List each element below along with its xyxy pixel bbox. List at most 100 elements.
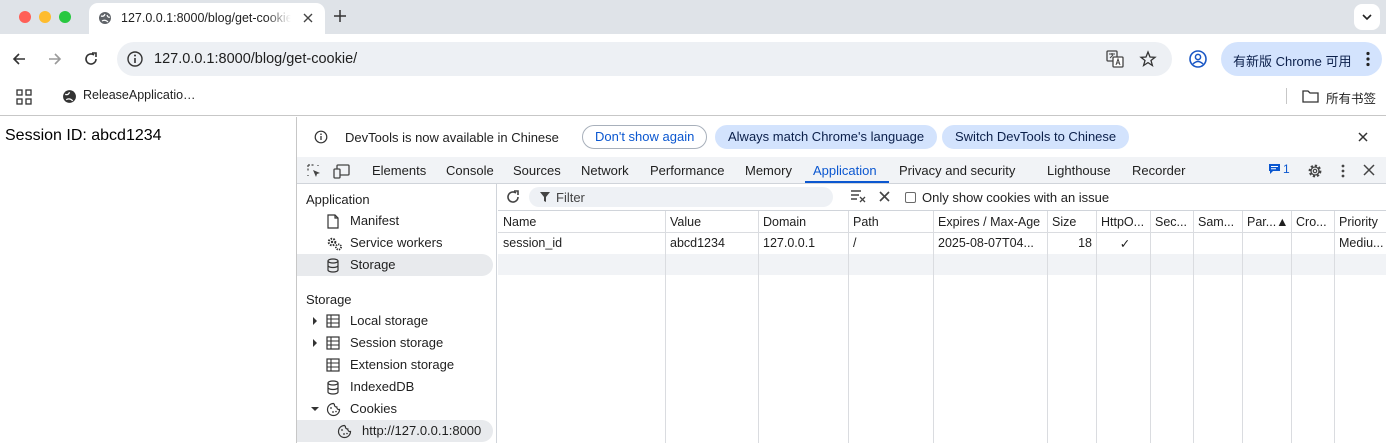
tab-elements[interactable]: Elements [372,163,426,178]
minimize-window-button[interactable] [39,11,51,23]
chevron-down-icon[interactable] [311,406,319,412]
bookmark-star-icon[interactable] [1139,50,1157,68]
column-divider[interactable] [1096,211,1097,443]
cell-priority: Mediu... [1339,236,1384,250]
sidebar-item-indexeddb[interactable]: IndexedDB [297,376,493,398]
url-text[interactable]: 127.0.0.1:8000/blog/get-cookie/ [154,51,357,67]
clear-all-icon[interactable] [879,191,890,202]
table-icon [326,314,340,328]
sidebar-item-label: Extension storage [350,357,455,372]
column-divider[interactable] [665,211,666,443]
site-info-icon[interactable] [125,49,145,69]
cell-expires: 2025-08-07T04... [938,236,1034,250]
session-id-text: Session ID: abcd1234 [5,127,162,144]
address-bar[interactable]: 127.0.0.1:8000/blog/get-cookie/ [117,42,1172,76]
table-icon [326,336,340,350]
column-header-priority[interactable]: Priority [1339,215,1386,229]
update-label: 有新版 Chrome 可用 [1233,54,1352,69]
tab-network[interactable]: Network [581,163,629,178]
zoom-window-button[interactable] [59,11,71,23]
dont-show-again-button[interactable]: Don't show again [582,125,708,149]
tab-privacy-security[interactable]: Privacy and security [899,163,1015,178]
browser-tab[interactable]: 127.0.0.1:8000/blog/get-cookie/ [89,3,325,34]
issues-icon[interactable] [1268,163,1281,175]
more-vert-icon[interactable] [1340,163,1346,179]
column-header-httponly[interactable]: HttpO... [1101,215,1149,229]
column-header-expires[interactable]: Expires / Max-Age [938,215,1046,229]
sidebar-item-session-storage[interactable]: Session storage [297,332,493,354]
column-header-path[interactable]: Path [853,215,931,229]
more-vert-icon[interactable] [1365,51,1371,67]
folder-icon [1302,90,1319,103]
tab-console[interactable]: Console [446,163,494,178]
profile-avatar-icon[interactable] [1188,49,1208,69]
column-divider[interactable] [933,211,934,443]
always-match-language-button[interactable]: Always match Chrome's language [715,125,938,149]
tab-sources[interactable]: Sources [513,163,561,178]
column-divider[interactable] [1242,211,1243,443]
column-header-name[interactable]: Name [503,215,663,229]
column-header-cross-site[interactable]: Cro... [1296,215,1336,229]
column-divider[interactable] [758,211,759,443]
column-divider[interactable] [1150,211,1151,443]
sidebar-item-service-workers[interactable]: Service workers [297,232,493,254]
settings-gear-icon[interactable] [1307,163,1323,179]
device-toggle-icon[interactable] [333,163,351,179]
back-arrow-icon[interactable] [11,51,27,67]
chevron-right-icon[interactable] [312,339,318,347]
bookmark-label: ReleaseApplicatio… [83,88,196,102]
chrome-update-button[interactable]: 有新版 Chrome 可用 [1221,42,1382,76]
sidebar-item-label: Local storage [350,313,429,328]
globe-icon [98,11,112,25]
translate-icon[interactable] [1106,50,1124,68]
sidebar-item-cookies[interactable]: Cookies [297,398,493,420]
new-tab-plus-icon[interactable] [333,9,347,23]
cell-domain: 127.0.0.1 [763,236,816,250]
tab-lighthouse[interactable]: Lighthouse [1047,163,1111,178]
cookie-icon [337,424,352,439]
column-header-samesite[interactable]: Sam... [1198,215,1240,229]
close-icon[interactable] [302,12,314,24]
sidebar-item-label: Cookies [350,401,397,416]
sidebar-item-manifest[interactable]: Manifest [297,210,493,232]
tab-recorder[interactable]: Recorder [1132,163,1185,178]
inspect-element-icon[interactable] [306,163,322,179]
sidebar-item-storage[interactable]: Storage [297,254,493,276]
column-header-size[interactable]: Size [1052,215,1094,229]
clear-filtered-cookies-icon[interactable] [850,189,866,203]
reload-icon[interactable] [83,51,99,67]
only-issues-checkbox[interactable] [905,192,916,203]
close-icon[interactable] [1357,131,1369,143]
only-issues-label: Only show cookies with an issue [922,190,1110,205]
column-header-secure[interactable]: Sec... [1155,215,1195,229]
info-icon [314,130,328,144]
close-window-button[interactable] [19,11,31,23]
column-header-domain[interactable]: Domain [763,215,843,229]
tab-search-button[interactable] [1354,4,1380,30]
filter-input[interactable]: Filter [529,187,833,207]
cookies-table: Name Value Domain Path Expires / Max-Age… [498,211,1386,443]
tab-performance[interactable]: Performance [650,163,724,178]
column-divider[interactable] [1291,211,1292,443]
forward-arrow-icon[interactable] [47,51,63,67]
column-divider[interactable] [1047,211,1048,443]
column-divider[interactable] [848,211,849,443]
close-devtools-icon[interactable] [1363,164,1375,176]
chevron-right-icon[interactable] [312,317,318,325]
column-divider[interactable] [1334,211,1335,443]
column-header-partition-key[interactable]: Par...▲ [1247,215,1289,229]
refresh-icon[interactable] [505,189,521,205]
sidebar-item-extension-storage[interactable]: Extension storage [297,354,493,376]
language-infobar: DevTools is now available in Chinese Don… [297,117,1386,157]
sidebar-item-local-storage[interactable]: Local storage [297,310,493,332]
issues-count[interactable]: 1 [1283,162,1290,176]
column-divider[interactable] [1193,211,1194,443]
apps-grid-icon[interactable] [16,89,32,105]
table-row[interactable]: session_id abcd1234 127.0.0.1 / 2025-08-… [498,233,1386,254]
sidebar-item-label: Service workers [350,235,443,250]
column-header-value[interactable]: Value [670,215,755,229]
sidebar-item-cookie-origin[interactable]: http://127.0.0.1:8000 [297,420,493,442]
tab-application[interactable]: Application [813,163,877,178]
switch-language-button[interactable]: Switch DevTools to Chinese [942,125,1130,149]
tab-memory[interactable]: Memory [745,163,792,178]
